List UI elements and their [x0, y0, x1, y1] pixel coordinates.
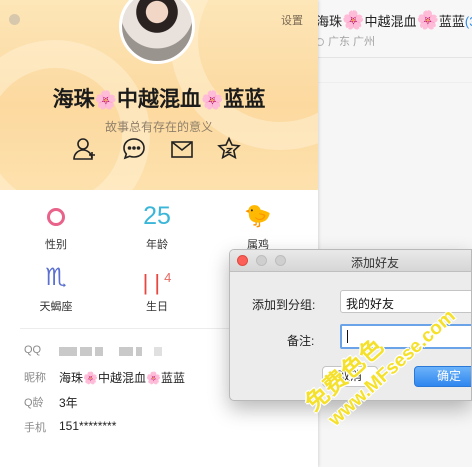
nickname-part: 蓝蓝	[160, 371, 185, 385]
scorpio-icon: ♏	[45, 264, 67, 291]
chat-title-count: (3	[464, 14, 472, 29]
name-part: 中越混血	[117, 88, 201, 111]
stat-label: 性别	[45, 239, 67, 251]
chat-title-part: 蓝蓝	[438, 14, 465, 29]
flower-emoji: 🌸	[83, 371, 98, 385]
birthday-day: 4	[164, 270, 172, 285]
mail-icon[interactable]	[169, 136, 195, 162]
ok-button[interactable]: 确定	[414, 366, 471, 387]
nickname-value: 海珠🌸中越混血🌸蓝蓝	[59, 369, 185, 386]
location-text: 广东 广州	[328, 36, 376, 48]
phone-value: 151********	[59, 419, 117, 433]
chat-title[interactable]: 海珠🌸中越混血🌸蓝蓝(3	[316, 10, 472, 31]
nickname-part: 中越混血	[97, 371, 146, 385]
name-part: 海珠	[52, 88, 95, 111]
chat-bubble-icon[interactable]	[121, 136, 147, 162]
female-gender-icon	[47, 208, 65, 227]
flower-emoji: 🌸	[201, 90, 224, 110]
stat-constellation: ♏ 天蝎座	[16, 264, 96, 314]
cancel-button[interactable]: 取消	[322, 366, 378, 387]
flower-emoji: 🌸	[145, 371, 161, 385]
divider	[310, 82, 472, 83]
profile-header: 设置 海珠🌸中越混血🌸蓝蓝 故事总有存在的意义	[0, 0, 318, 190]
flower-emoji: 🌸	[416, 10, 439, 30]
age-value: 25	[143, 202, 171, 230]
dialog-title: 添加好友	[350, 256, 399, 270]
dialog-titlebar[interactable]: 添加好友	[230, 250, 471, 272]
flower-emoji: 🌸	[342, 10, 365, 30]
profile-name: 海珠🌸中越混血🌸蓝蓝	[0, 83, 318, 113]
info-label: 手机	[24, 422, 46, 434]
profile-actions	[72, 136, 250, 164]
window-close-dot[interactable]	[9, 14, 20, 25]
birthday-month: | |	[142, 270, 161, 296]
birthday-icon: | | 4	[143, 270, 172, 295]
add-friend-dialog: 添加好友 添加到分组: 我的好友 备注: 取消 确定	[229, 249, 472, 401]
group-select[interactable]: 我的好友	[340, 290, 471, 313]
chat-location: 广东 广州	[316, 33, 375, 49]
stat-label: 年龄	[146, 239, 168, 251]
settings-link[interactable]: 设置	[281, 12, 303, 28]
text-caret	[347, 330, 348, 343]
qage-value: 3年	[59, 396, 78, 410]
favorite-star-icon[interactable]	[216, 136, 242, 162]
qq-number-blurred	[59, 344, 165, 358]
chat-header: 海珠🌸中越混血🌸蓝蓝(3 广东 广州	[310, 0, 472, 58]
stat-label: 生日	[146, 301, 168, 313]
flower-emoji: 🌸	[94, 90, 117, 110]
stat-gender: 性别	[16, 202, 96, 252]
remark-input[interactable]	[340, 324, 471, 349]
chat-title-part: 中越混血	[364, 14, 417, 29]
stat-zodiac: 🐤 属鸡	[218, 202, 298, 252]
info-row-phone: 手机 151********	[24, 419, 314, 444]
add-friend-icon[interactable]	[72, 136, 98, 162]
background-decoration	[0, 40, 150, 190]
group-label: 添加到分组:	[252, 298, 316, 312]
info-label: QQ	[24, 344, 42, 356]
chat-title-part: 海珠	[316, 14, 343, 29]
stat-label: 天蝎座	[39, 301, 73, 313]
info-label: 昵称	[24, 372, 46, 384]
info-label: Q龄	[24, 397, 44, 409]
nickname-part: 海珠	[59, 371, 84, 385]
stat-birthday: | | 4 生日	[117, 264, 197, 314]
rooster-icon: 🐤	[244, 203, 272, 228]
stat-age: 25 年龄	[117, 202, 197, 252]
remark-label: 备注:	[287, 334, 315, 348]
profile-signature: 故事总有存在的意义	[104, 120, 213, 134]
name-part: 蓝蓝	[223, 88, 266, 111]
